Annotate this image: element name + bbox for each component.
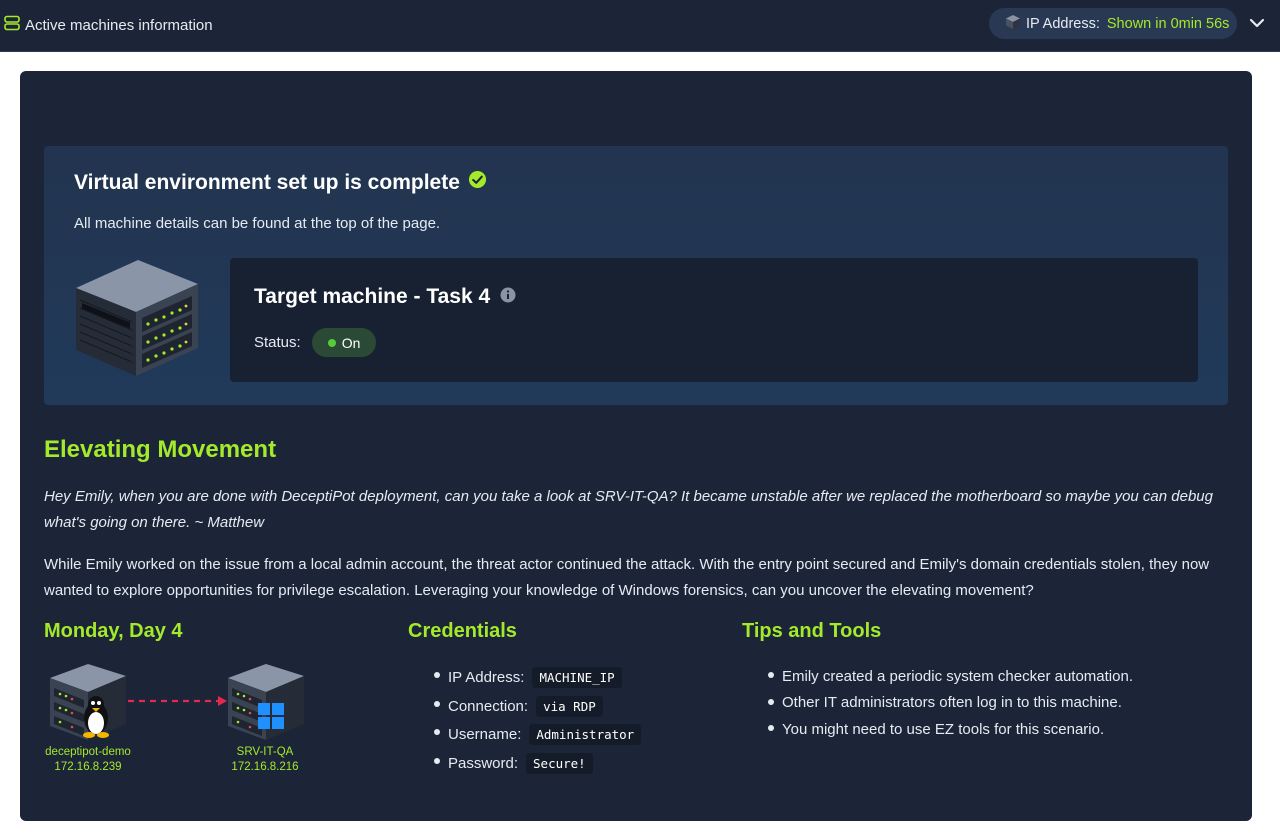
credential-value: via RDP <box>536 695 603 717</box>
server-stack-icon <box>4 15 20 35</box>
ip-address-label: IP Address: <box>1026 15 1100 32</box>
environment-ready-subtitle: All machine details can be found at the … <box>74 215 441 232</box>
target-machine-panel: Target machine - Task 4 Status: On <box>230 258 1198 382</box>
list-item: Emily created a periodic system checker … <box>768 663 1133 690</box>
environment-ready-title: Virtual environment set up is complete <box>74 170 460 194</box>
server-rack-illustration <box>72 258 202 380</box>
credential-value: MACHINE_IP <box>532 666 622 688</box>
source-host-ip: 172.16.8.239 <box>54 761 122 773</box>
status-badge: On <box>311 328 377 357</box>
target-host-name: SRV-IT-QA <box>236 746 294 758</box>
ip-address-pill[interactable]: IP Address: Shown in 0min 56s <box>989 8 1237 39</box>
check-circle-icon <box>468 170 487 195</box>
environment-ready-heading: Virtual environment set up is complete <box>74 170 487 195</box>
source-host-name: deceptipot-demo <box>45 746 131 758</box>
target-machine-title: Target machine - Task 4 <box>254 285 491 308</box>
windows-server-icon <box>228 664 304 740</box>
credential-value: Administrator <box>529 724 642 746</box>
list-item: Connection: via RDP <box>434 692 641 721</box>
status-value: On <box>341 334 361 351</box>
task-description: While Emily worked on the issue from a l… <box>44 556 1210 599</box>
active-machines-title: Active machines information <box>25 16 213 34</box>
credential-label: Password: <box>448 754 519 772</box>
top-bar: Active machines information IP Address: … <box>0 0 1280 52</box>
list-item: IP Address: MACHINE_IP <box>434 663 641 692</box>
credential-value: Secure! <box>526 752 593 774</box>
tips-list: Emily created a periodic system checker … <box>768 663 1133 743</box>
credential-label: IP Address: <box>448 668 525 686</box>
machine-icon <box>1005 14 1021 34</box>
chevron-down-icon[interactable] <box>1247 13 1267 33</box>
source-host-label: deceptipot-demo 172.16.8.239 <box>44 745 132 775</box>
network-diagram: deceptipot-demo 172.16.8.239 SRV-IT-QA 1… <box>44 660 314 780</box>
environment-banner: Virtual environment set up is complete A… <box>44 146 1228 405</box>
credentials-list: IP Address: MACHINE_IP Connection: via R… <box>434 663 642 778</box>
tips-heading: Tips and Tools <box>742 620 882 642</box>
list-item: You might need to use EZ tools for this … <box>768 716 1133 743</box>
active-machines-toggle[interactable]: Active machines information <box>4 15 213 35</box>
info-icon[interactable] <box>500 285 516 309</box>
credentials-heading: Credentials <box>408 620 517 642</box>
machine-status-row: Status: On <box>254 328 377 357</box>
credential-label: Connection: <box>448 697 529 715</box>
credential-label: Username: <box>448 726 522 744</box>
linux-server-icon <box>50 664 126 740</box>
ip-address-countdown: Shown in 0min 56s <box>1106 15 1230 32</box>
target-machine-heading: Target machine - Task 4 <box>254 285 516 309</box>
list-item: Username: Administrator <box>434 720 642 749</box>
target-host-ip: 172.16.8.216 <box>231 761 299 773</box>
task-quote: Hey Emily, when you are done with Decept… <box>44 488 1213 531</box>
task-heading: Elevating Movement <box>44 436 277 463</box>
list-item: Password: Secure! <box>434 749 641 778</box>
day-heading: Monday, Day 4 <box>44 620 183 642</box>
target-host-label: SRV-IT-QA 172.16.8.216 <box>220 745 310 775</box>
status-dot-icon <box>327 338 336 347</box>
list-item: Other IT administrators often log in to … <box>768 690 1133 717</box>
status-label: Status: <box>254 334 301 351</box>
